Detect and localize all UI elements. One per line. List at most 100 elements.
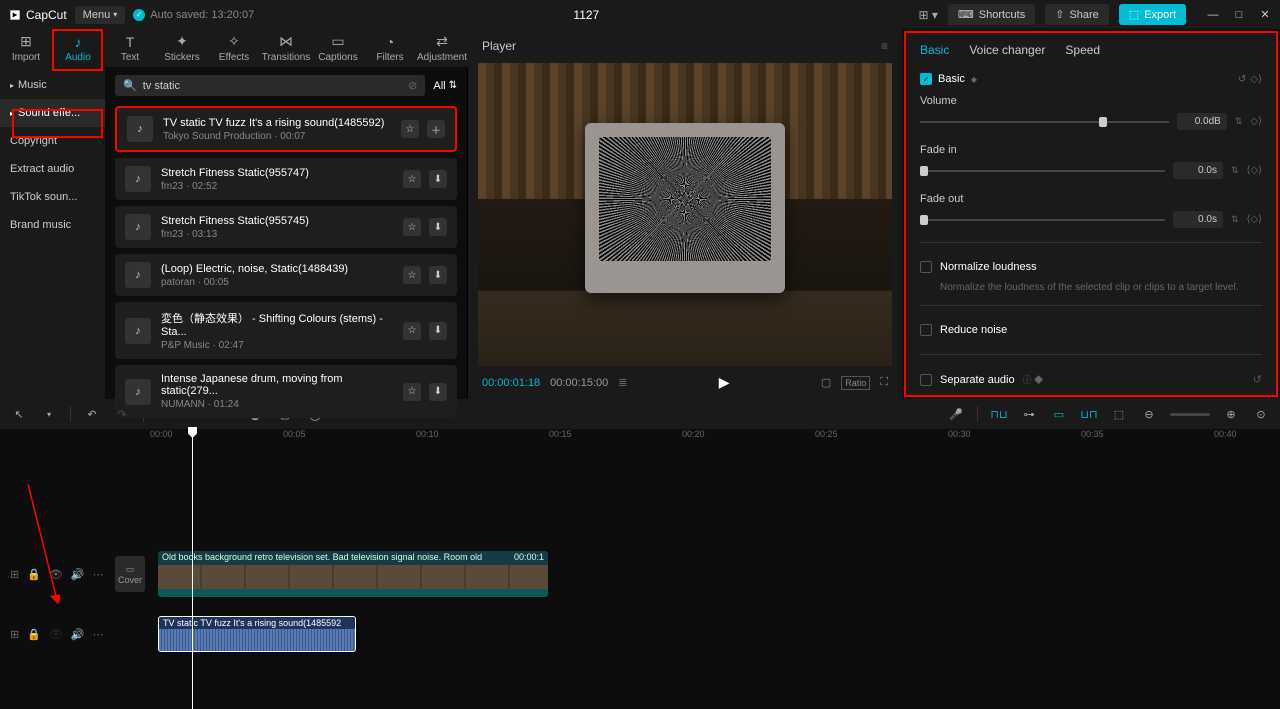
sound-list-item[interactable]: ♪ Stretch Fitness Static(955745)fm23 · 0…: [115, 206, 457, 248]
keyframe-icon[interactable]: ◇⟩: [1250, 116, 1262, 127]
fit-tool[interactable]: ⊙: [1252, 405, 1270, 423]
favorite-button[interactable]: ☆: [403, 383, 421, 401]
stepper-icon[interactable]: ⇅: [1235, 116, 1243, 127]
close-button[interactable]: ✕: [1258, 8, 1272, 22]
normalize-checkbox[interactable]: [920, 261, 932, 273]
reduce-checkbox[interactable]: [920, 324, 932, 336]
magnet-tool[interactable]: ⊔⊓: [1080, 405, 1098, 423]
layout-icon[interactable]: ⊞ ▾: [918, 8, 937, 22]
audio-clip[interactable]: TV static TV fuzz It's a rising sound(14…: [158, 616, 356, 652]
favorite-button[interactable]: ☆: [403, 322, 421, 340]
tab-captions[interactable]: ▭Captions: [312, 29, 364, 67]
playhead[interactable]: [192, 429, 193, 709]
media-tabs: ⊞Import ♪Audio TText ✦Stickers ✧Effects …: [0, 29, 468, 67]
maximize-button[interactable]: □: [1232, 8, 1246, 22]
menu-button[interactable]: Menu▾: [75, 6, 126, 24]
inspector-tab-basic[interactable]: Basic: [920, 43, 949, 57]
minimize-button[interactable]: —: [1206, 8, 1220, 22]
volume-slider[interactable]: [920, 121, 1169, 123]
undo-button[interactable]: ↶: [83, 405, 101, 423]
project-title: 1127: [262, 8, 910, 22]
marker-tool[interactable]: ⬚: [1110, 405, 1128, 423]
player-menu-icon[interactable]: ≡: [881, 39, 888, 53]
inspector-tab-voice[interactable]: Voice changer: [969, 43, 1045, 57]
chevron-down-icon[interactable]: ▾: [40, 405, 58, 423]
sound-list-item[interactable]: ♪ Intense Japanese drum, moving from sta…: [115, 365, 457, 418]
export-button[interactable]: ⬚Export: [1119, 4, 1186, 25]
mic-tool[interactable]: 🎤: [947, 405, 965, 423]
tab-effects[interactable]: ✧Effects: [208, 29, 260, 67]
download-button[interactable]: ⬇: [429, 170, 447, 188]
tab-transitions[interactable]: ⋈Transitions: [260, 29, 312, 67]
download-button[interactable]: ⬇: [429, 322, 447, 340]
reset-icon[interactable]: ↺: [1238, 74, 1246, 85]
track-controls[interactable]: ⊞🔒👁🔊⋯: [10, 628, 104, 641]
fadeout-slider[interactable]: [920, 219, 1165, 221]
sound-list-item[interactable]: ♪ Stretch Fitness Static(955747)fm23 · 0…: [115, 158, 457, 200]
add-button[interactable]: ＋: [427, 120, 445, 138]
tab-adjustment[interactable]: ⇄Adjustment: [416, 29, 468, 67]
sound-list-item[interactable]: ♪ TV static TV fuzz It's a rising sound(…: [115, 106, 457, 152]
clear-icon[interactable]: ⊘: [408, 79, 417, 92]
reduce-option[interactable]: Reduce noise: [920, 318, 1262, 342]
fadein-slider[interactable]: [920, 170, 1165, 172]
list-icon[interactable]: ≣: [618, 376, 627, 389]
sidebar-item-extract[interactable]: Extract audio: [0, 155, 105, 183]
app-logo: CapCut: [8, 8, 67, 22]
sidebar-item-brand[interactable]: Brand music: [0, 211, 105, 239]
favorite-button[interactable]: ☆: [401, 120, 419, 138]
keyframe-icon[interactable]: ⟨◇⟩: [1247, 214, 1263, 225]
basic-checkbox[interactable]: ✓: [920, 73, 932, 85]
crop-icon[interactable]: ▢: [821, 376, 831, 390]
favorite-button[interactable]: ☆: [403, 170, 421, 188]
sound-list-item[interactable]: ♪ (Loop) Electric, noise, Static(1488439…: [115, 254, 457, 296]
tab-import[interactable]: ⊞Import: [0, 29, 52, 67]
share-button[interactable]: ⇧Share: [1045, 4, 1109, 25]
link-tool[interactable]: ⊶: [1020, 405, 1038, 423]
keyframe-icon[interactable]: ◇⟩: [1250, 74, 1262, 85]
separate-checkbox[interactable]: [920, 374, 932, 386]
pointer-tool[interactable]: ↖: [10, 405, 28, 423]
reset-icon[interactable]: ↺: [1253, 373, 1262, 386]
fadeout-value[interactable]: 0.0s: [1173, 211, 1223, 228]
search-input[interactable]: [143, 80, 402, 92]
fullscreen-icon[interactable]: ⛶: [880, 376, 888, 390]
sound-list-item[interactable]: ♪ 変色（静态效果） - Shifting Colours (stems) - …: [115, 302, 457, 359]
keyframe-icon[interactable]: ⟨◇⟩: [1247, 165, 1263, 176]
tab-stickers[interactable]: ✦Stickers: [156, 29, 208, 67]
zoom-slider[interactable]: [1170, 413, 1210, 416]
preview-tool[interactable]: ▭: [1050, 405, 1068, 423]
tab-text[interactable]: TText: [104, 29, 156, 67]
stepper-icon[interactable]: ⇅: [1231, 214, 1239, 225]
redo-button[interactable]: ↷: [113, 405, 131, 423]
filter-all[interactable]: All⇅: [433, 80, 457, 92]
zoom-in[interactable]: ⊕: [1222, 405, 1240, 423]
track-controls[interactable]: ⊞🔒👁🔊⋯: [10, 568, 104, 581]
stepper-icon[interactable]: ⇅: [1231, 165, 1239, 176]
inspector-tab-speed[interactable]: Speed: [1065, 43, 1100, 57]
favorite-button[interactable]: ☆: [403, 266, 421, 284]
video-clip[interactable]: Old books background retro television se…: [158, 551, 548, 597]
tab-filters[interactable]: ◔Filters: [364, 29, 416, 67]
video-preview[interactable]: [478, 63, 892, 366]
fadein-value[interactable]: 0.0s: [1173, 162, 1223, 179]
sidebar-item-sound-effects[interactable]: ▸Sound effe...: [0, 99, 105, 127]
download-button[interactable]: ⬇: [429, 266, 447, 284]
sidebar-item-music[interactable]: ▸Music: [0, 71, 105, 99]
zoom-out[interactable]: ⊖: [1140, 405, 1158, 423]
sidebar-item-copyright[interactable]: Copyright: [0, 127, 105, 155]
tab-audio[interactable]: ♪Audio: [52, 29, 104, 67]
timeline-ruler[interactable]: 00:00 00:05 00:10 00:15 00:20 00:25 00:3…: [0, 429, 1280, 449]
favorite-button[interactable]: ☆: [403, 218, 421, 236]
sidebar-item-tiktok[interactable]: TikTok soun...: [0, 183, 105, 211]
volume-value[interactable]: 0.0dB: [1177, 113, 1227, 130]
download-button[interactable]: ⬇: [429, 383, 447, 401]
normalize-option[interactable]: Normalize loudness: [920, 255, 1262, 279]
snap-tool[interactable]: ⊓⊔: [990, 405, 1008, 423]
shortcuts-button[interactable]: ⌨Shortcuts: [948, 4, 1035, 25]
ratio-button[interactable]: Ratio: [841, 376, 870, 390]
cover-button[interactable]: ▭Cover: [115, 556, 145, 592]
play-button[interactable]: ▶: [637, 374, 810, 391]
search-input-wrap: 🔍 ⊘: [115, 75, 425, 96]
download-button[interactable]: ⬇: [429, 218, 447, 236]
